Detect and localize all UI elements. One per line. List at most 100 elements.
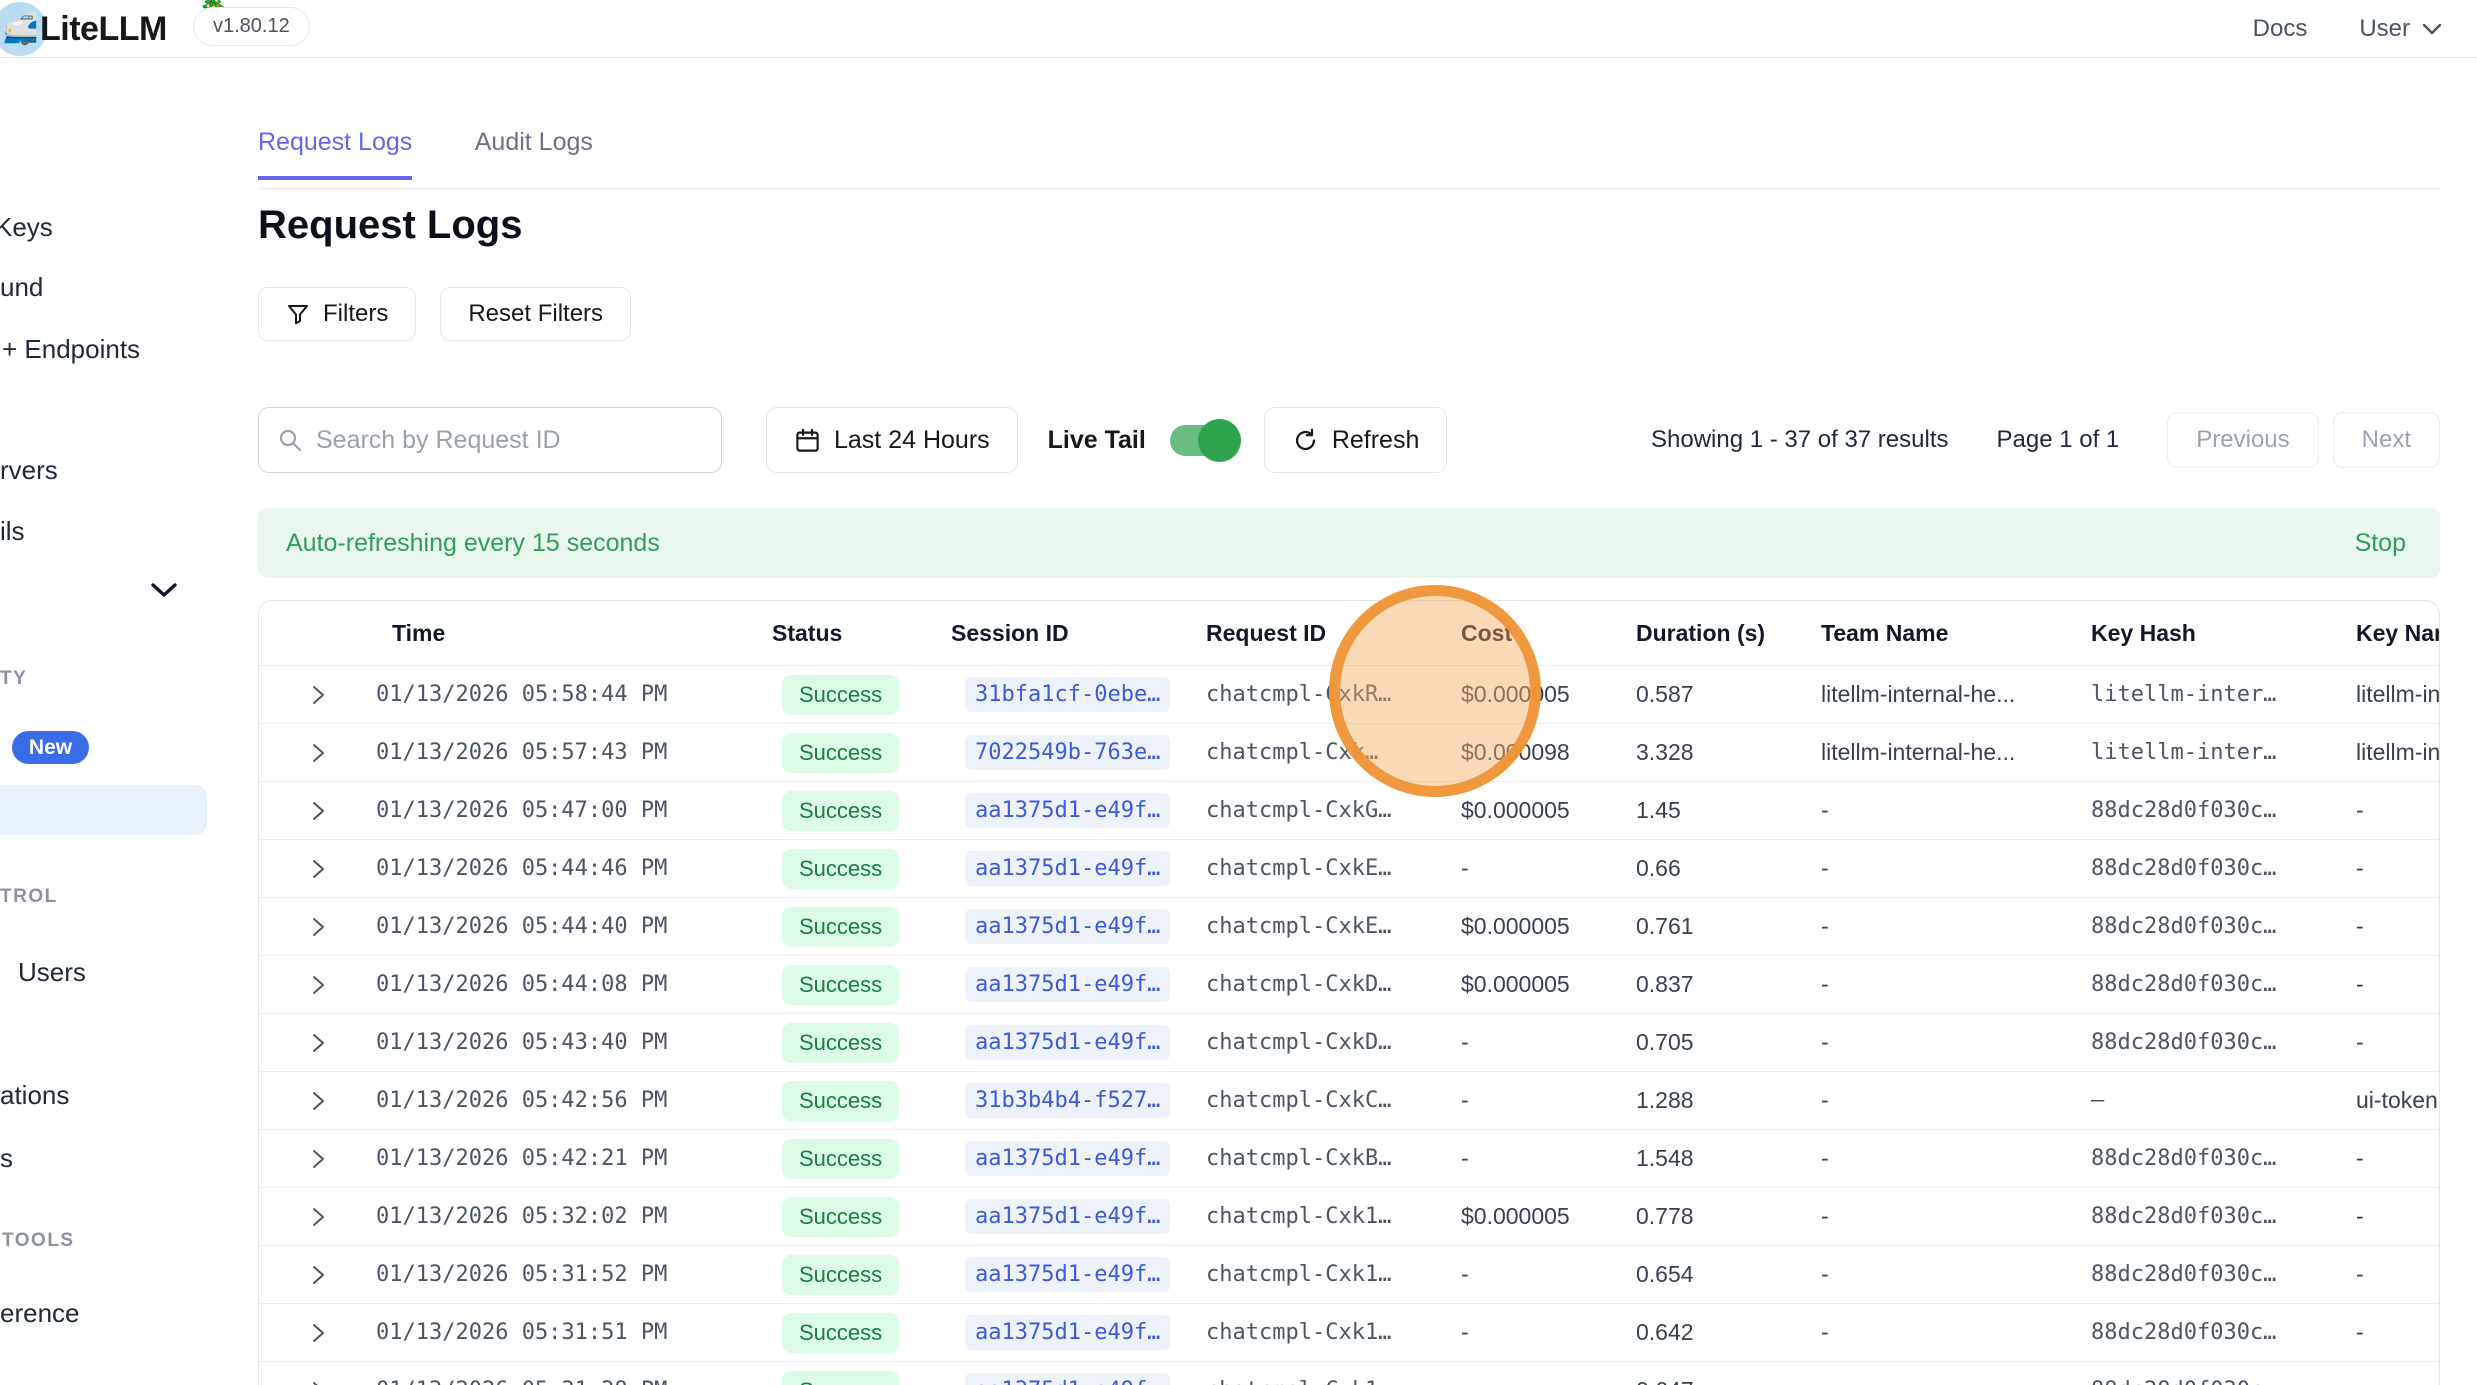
cell-team-name: - xyxy=(1809,797,2079,824)
header-key-hash: Key Hash xyxy=(2079,620,2344,647)
cell-session-id: 31b3b4b4-f527… xyxy=(939,1083,1194,1118)
cell-request-id: chatcmpl-Cxk1… xyxy=(1194,1262,1449,1287)
train-emoji-icon: 🚅 xyxy=(1,12,38,47)
row-expander[interactable] xyxy=(259,857,364,881)
cell-status: Success xyxy=(744,1255,939,1295)
previous-page-button[interactable]: Previous xyxy=(2167,412,2318,468)
sidebar-item-virtual-keys[interactable]: Keys xyxy=(0,212,53,243)
cell-key-name: - xyxy=(2344,971,2439,998)
next-page-button[interactable]: Next xyxy=(2333,412,2440,468)
row-expander[interactable] xyxy=(259,915,364,939)
row-expander[interactable] xyxy=(259,741,364,765)
cell-request-id: chatcmpl-CxkE… xyxy=(1194,856,1449,881)
tab-audit-logs[interactable]: Audit Logs xyxy=(475,128,593,176)
row-expander[interactable] xyxy=(259,799,364,823)
cell-time: 01/13/2026 05:43:40 PM xyxy=(364,1030,744,1055)
row-expander[interactable] xyxy=(259,1089,364,1113)
table-row: 01/13/2026 05:32:02 PM Success aa1375d1-… xyxy=(259,1187,2439,1245)
row-expander[interactable] xyxy=(259,1263,364,1287)
user-menu[interactable]: User xyxy=(2359,15,2442,43)
table-row: 01/13/2026 05:57:43 PM Success 7022549b-… xyxy=(259,723,2439,781)
cell-status: Success xyxy=(744,907,939,947)
sidebar-selected-item-logs[interactable] xyxy=(0,785,207,835)
cell-key-hash: 88dc28d0f030c… xyxy=(2079,1030,2344,1055)
search-input[interactable]: Search by Request ID xyxy=(258,407,722,473)
status-badge: Success xyxy=(782,1255,899,1295)
session-id-link[interactable]: 7022549b-763e… xyxy=(965,735,1170,770)
cell-cost: $0.000098 xyxy=(1449,739,1624,766)
session-id-link[interactable]: 31bfa1cf-0ebe… xyxy=(965,677,1170,712)
session-id-link[interactable]: aa1375d1-e49f… xyxy=(965,1141,1170,1176)
cell-key-name: - xyxy=(2344,1319,2439,1346)
reset-filters-button[interactable]: Reset Filters xyxy=(440,287,631,341)
session-id-link[interactable]: aa1375d1-e49f… xyxy=(965,1257,1170,1292)
row-expander[interactable] xyxy=(259,1031,364,1055)
sidebar-item-teams[interactable]: s xyxy=(0,1143,13,1174)
cell-key-hash: – xyxy=(2079,1088,2344,1113)
table-row: 01/13/2026 05:31:38 PM Success aa1375d1-… xyxy=(259,1361,2439,1385)
cell-cost: - xyxy=(1449,1029,1624,1056)
sidebar-collapse-chevron-icon[interactable] xyxy=(150,582,178,598)
stop-auto-refresh-link[interactable]: Stop xyxy=(2355,529,2440,558)
filters-button[interactable]: Filters xyxy=(258,287,416,341)
session-id-link[interactable]: aa1375d1-e49f… xyxy=(965,909,1170,944)
cell-session-id: aa1375d1-e49f… xyxy=(939,1257,1194,1292)
sidebar-item-playground[interactable]: und xyxy=(0,272,43,303)
session-id-link[interactable]: aa1375d1-e49f… xyxy=(965,1315,1170,1350)
cell-status: Success xyxy=(744,1139,939,1179)
sidebar-item-mcp-servers[interactable]: rvers xyxy=(0,455,58,486)
row-expander[interactable] xyxy=(259,973,364,997)
litellm-admin-app: 🚅 LiteLLM 🎄 v1.80.12 Docs User Keys und … xyxy=(0,0,2477,1385)
cell-status: Success xyxy=(744,1081,939,1121)
table-row: 01/13/2026 05:42:56 PM Success 31b3b4b4-… xyxy=(259,1071,2439,1129)
cell-key-hash: 88dc28d0f030c… xyxy=(2079,1378,2344,1385)
table-row: 01/13/2026 05:42:21 PM Success aa1375d1-… xyxy=(259,1129,2439,1187)
status-badge: Success xyxy=(782,1197,899,1237)
row-expander[interactable] xyxy=(259,1379,364,1385)
sidebar-item-guardrails[interactable]: ils xyxy=(0,516,25,547)
sidebar-item-internal-users[interactable]: Users xyxy=(18,957,86,988)
cell-cost: $0.000005 xyxy=(1449,913,1624,940)
toggle-knob xyxy=(1198,419,1241,462)
session-id-link[interactable]: 31b3b4b4-f527… xyxy=(965,1083,1170,1118)
status-badge: Success xyxy=(782,1023,899,1063)
chevron-right-icon xyxy=(306,973,330,997)
row-expander[interactable] xyxy=(259,683,364,707)
sidebar-item-organizations[interactable]: ations xyxy=(0,1080,69,1111)
session-id-link[interactable]: aa1375d1-e49f… xyxy=(965,1373,1170,1385)
cell-key-name: - xyxy=(2344,1377,2439,1385)
funnel-icon xyxy=(286,302,310,326)
session-id-link[interactable]: aa1375d1-e49f… xyxy=(965,1025,1170,1060)
cell-duration: 1.548 xyxy=(1624,1145,1809,1172)
header-session-id: Session ID xyxy=(939,620,1194,647)
cell-status: Success xyxy=(744,1313,939,1353)
refresh-button[interactable]: Refresh xyxy=(1264,407,1448,473)
cell-time: 01/13/2026 05:31:51 PM xyxy=(364,1320,744,1345)
row-expander[interactable] xyxy=(259,1205,364,1229)
session-id-link[interactable]: aa1375d1-e49f… xyxy=(965,851,1170,886)
tab-request-logs[interactable]: Request Logs xyxy=(258,128,412,180)
chevron-right-icon xyxy=(306,915,330,939)
cell-session-id: aa1375d1-e49f… xyxy=(939,1199,1194,1234)
cell-cost: - xyxy=(1449,855,1624,882)
docs-link[interactable]: Docs xyxy=(2253,15,2308,43)
results-count: Showing 1 - 37 of 37 results xyxy=(1651,426,1949,454)
sidebar-item-models-endpoints[interactable]: + Endpoints xyxy=(2,334,140,365)
live-tail-toggle[interactable] xyxy=(1170,425,1234,456)
sidebar-item-inference[interactable]: erence xyxy=(0,1298,80,1329)
row-expander[interactable] xyxy=(259,1321,364,1345)
session-id-link[interactable]: aa1375d1-e49f… xyxy=(965,1199,1170,1234)
chevron-right-icon xyxy=(306,1263,330,1287)
cell-status: Success xyxy=(744,1023,939,1063)
cell-cost: $0.000005 xyxy=(1449,681,1624,708)
cell-key-name: - xyxy=(2344,1145,2439,1172)
session-id-link[interactable]: aa1375d1-e49f… xyxy=(965,793,1170,828)
cell-request-id: chatcmpl-CxkR… xyxy=(1194,682,1449,707)
row-expander[interactable] xyxy=(259,1147,364,1171)
cell-team-name: - xyxy=(1809,1377,2079,1385)
time-range-button[interactable]: Last 24 Hours xyxy=(766,407,1018,473)
session-id-link[interactable]: aa1375d1-e49f… xyxy=(965,967,1170,1002)
cell-cost: - xyxy=(1449,1319,1624,1346)
sidebar-section-observability: TY xyxy=(0,668,27,690)
cell-request-id: chatcmpl-Cxk… xyxy=(1194,740,1449,765)
